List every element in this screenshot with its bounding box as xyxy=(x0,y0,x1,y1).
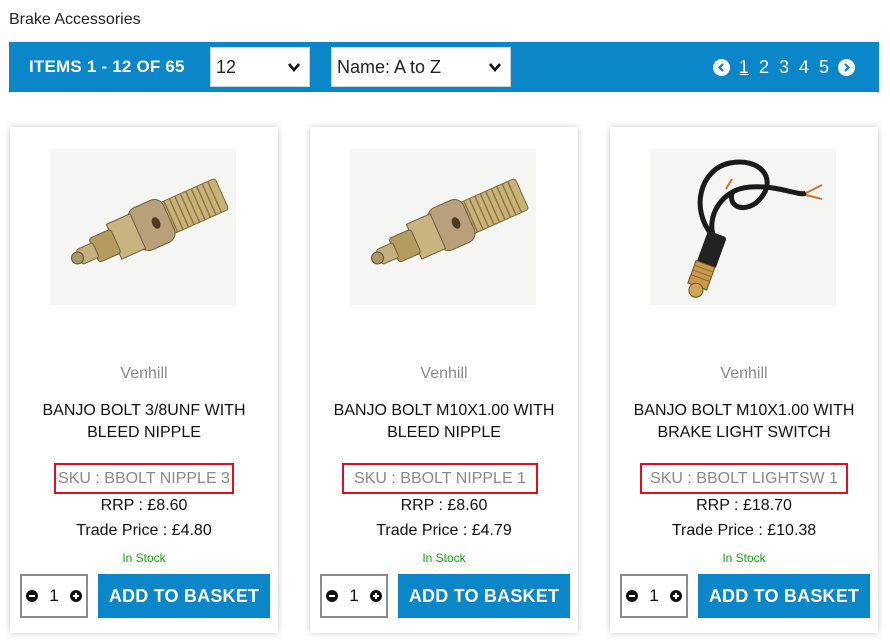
breadcrumb: Brake Accessories xyxy=(9,11,141,28)
quantity-stepper: 1 xyxy=(20,574,88,618)
sort-select[interactable]: Name: A to Z xyxy=(331,47,511,87)
prev-page-icon[interactable] xyxy=(712,58,730,76)
product-image[interactable] xyxy=(650,149,836,305)
quantity-value[interactable]: 1 xyxy=(349,586,358,606)
page-link-5[interactable]: 5 xyxy=(819,57,829,78)
stock-status: In Stock xyxy=(422,551,466,565)
listing-toolbar: ITEMS 1 - 12 OF 65 12 Name: A to Z 1 2 3… xyxy=(9,42,879,92)
quantity-value[interactable]: 1 xyxy=(49,586,58,606)
product-card: Venhill BANJO BOLT M10X1.00 WITH BLEED N… xyxy=(310,127,578,633)
product-trade-price: Trade Price : £4.79 xyxy=(376,522,512,539)
product-brand: Venhill xyxy=(420,365,468,382)
product-brand: Venhill xyxy=(120,365,168,382)
product-image[interactable] xyxy=(50,149,236,305)
brake-light-switch-image xyxy=(687,159,823,298)
page-link-1[interactable]: 1 xyxy=(739,57,749,78)
next-page-icon[interactable] xyxy=(838,58,855,76)
chevron-down-icon xyxy=(288,63,300,73)
product-rrp: RRP : £18.70 xyxy=(696,497,792,514)
plus-icon[interactable] xyxy=(370,590,382,602)
per-page-select[interactable]: 12 xyxy=(210,47,310,87)
stock-status: In Stock xyxy=(722,551,766,565)
product-rrp: RRP : £8.60 xyxy=(400,497,488,514)
minus-icon[interactable] xyxy=(26,590,38,602)
product-card: Venhill BANJO BOLT M10X1.00 WITH BRAKE L… xyxy=(610,127,878,633)
add-to-basket-button[interactable]: ADD TO BASKET xyxy=(698,574,870,618)
product-sku: SKU : BBOLT LIGHTSW 1 xyxy=(640,463,848,494)
product-card: Venhill BANJO BOLT 3/8UNF WITH BLEED NIP… xyxy=(10,127,278,633)
add-to-basket-button[interactable]: ADD TO BASKET xyxy=(398,574,570,618)
quantity-stepper: 1 xyxy=(320,574,388,618)
quantity-stepper: 1 xyxy=(620,574,688,618)
stock-status: In Stock xyxy=(122,551,166,565)
plus-icon[interactable] xyxy=(70,590,82,602)
per-page-value: 12 xyxy=(216,57,237,77)
quantity-value[interactable]: 1 xyxy=(649,586,658,606)
page-link-4[interactable]: 4 xyxy=(799,57,809,78)
chevron-down-icon xyxy=(489,63,501,73)
product-trade-price: Trade Price : £10.38 xyxy=(671,522,817,539)
sort-value: Name: A to Z xyxy=(337,57,442,77)
plus-icon[interactable] xyxy=(670,590,682,602)
minus-icon[interactable] xyxy=(626,590,638,602)
product-sku: SKU : BBOLT NIPPLE 1 xyxy=(342,463,538,494)
product-title[interactable]: BANJO BOLT 3/8UNF WITH BLEED NIPPLE xyxy=(24,400,264,444)
page-link-2[interactable]: 2 xyxy=(759,57,769,78)
product-trade-price: Trade Price : £4.80 xyxy=(76,522,212,539)
product-rrp: RRP : £8.60 xyxy=(100,497,188,514)
items-count: ITEMS 1 - 12 OF 65 xyxy=(29,57,185,76)
minus-icon[interactable] xyxy=(326,590,338,602)
product-sku: SKU : BBOLT NIPPLE 3 xyxy=(54,463,234,494)
banjo-bolt-image xyxy=(71,178,229,265)
product-image[interactable] xyxy=(350,149,536,305)
page-link-3[interactable]: 3 xyxy=(779,57,789,78)
product-brand: Venhill xyxy=(720,365,768,382)
product-title[interactable]: BANJO BOLT M10X1.00 WITH BRAKE LIGHT SWI… xyxy=(624,400,864,444)
pagination: 1 2 3 4 5 xyxy=(712,55,855,79)
product-title[interactable]: BANJO BOLT M10X1.00 WITH BLEED NIPPLE xyxy=(324,400,564,444)
banjo-bolt-image xyxy=(371,178,529,265)
add-to-basket-button[interactable]: ADD TO BASKET xyxy=(98,574,270,618)
